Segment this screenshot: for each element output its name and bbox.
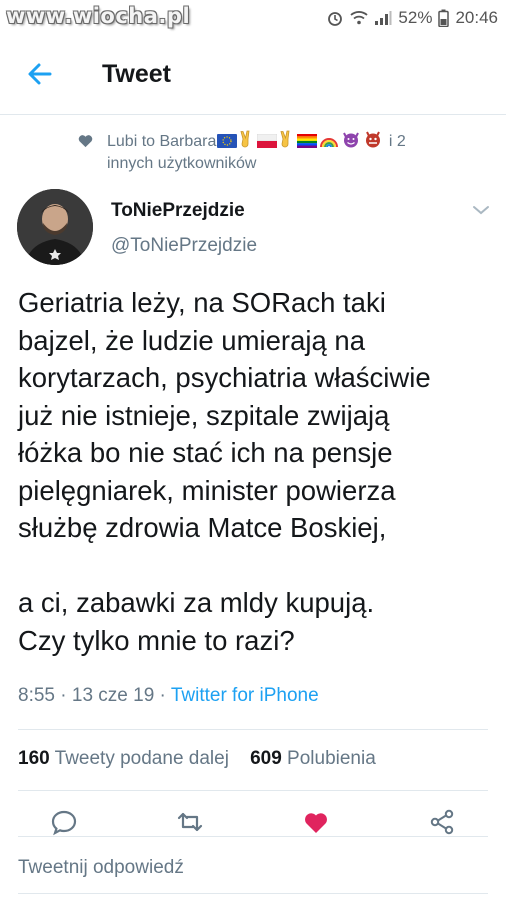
tweet-source-link[interactable]: Twitter for iPhone bbox=[171, 685, 319, 706]
battery-icon bbox=[438, 9, 450, 27]
tweet-stats: 160 Tweety podane dalej 609 Polubienia bbox=[18, 748, 376, 770]
watermark: www.wiocha.pl bbox=[6, 4, 191, 28]
back-arrow-icon[interactable] bbox=[22, 56, 58, 92]
alarm-icon bbox=[328, 12, 343, 26]
share-icon[interactable] bbox=[428, 808, 456, 836]
status-bar: www.wiocha.pl 52% 20:46 bbox=[0, 0, 506, 36]
status-icons: 52% 20:46 bbox=[326, 8, 498, 28]
likes-label[interactable]: Polubienia bbox=[287, 748, 376, 769]
retweets-count[interactable]: 160 bbox=[18, 748, 50, 769]
divider bbox=[18, 790, 488, 791]
wifi-icon bbox=[350, 11, 369, 25]
retweet-icon[interactable] bbox=[176, 808, 204, 836]
divider bbox=[18, 836, 488, 837]
social-context-suffix: i 2 bbox=[384, 133, 406, 150]
avatar[interactable] bbox=[17, 189, 93, 265]
tweet-actions bbox=[0, 808, 506, 836]
avatar-photo bbox=[17, 189, 93, 265]
author-handle[interactable]: @ToNiePrzejdzie bbox=[111, 235, 257, 257]
social-context-line2: innych użytkowników bbox=[107, 155, 257, 172]
signal-icon bbox=[375, 11, 392, 25]
meta-separator: · bbox=[54, 685, 72, 706]
app-bar: Tweet bbox=[0, 36, 506, 115]
divider bbox=[18, 729, 488, 730]
reply-input[interactable]: Tweetnij odpowiedź bbox=[18, 857, 184, 879]
tweet-date: 13 cze 19 bbox=[71, 685, 155, 706]
likes-count[interactable]: 609 bbox=[250, 748, 282, 769]
victory-hand-icon bbox=[240, 130, 250, 148]
rainbow-flag-icon bbox=[297, 134, 318, 148]
tweet-text: Geriatria leży, na SORach taki bajzel, ż… bbox=[18, 287, 431, 656]
victory-hand-icon bbox=[280, 130, 290, 148]
eu-flag-icon bbox=[217, 134, 238, 148]
smiling-devil-icon bbox=[343, 132, 360, 148]
retweets-label[interactable]: Tweety podane dalej bbox=[55, 748, 229, 769]
battery-level: 52% bbox=[398, 8, 433, 27]
divider bbox=[18, 893, 488, 894]
poland-flag-icon bbox=[257, 134, 278, 148]
social-context-prefix: Lubi to Barbara bbox=[107, 133, 217, 150]
like-icon[interactable] bbox=[302, 808, 330, 836]
heart-icon bbox=[78, 135, 93, 148]
ogre-icon bbox=[366, 131, 381, 148]
page-title: Tweet bbox=[102, 60, 171, 88]
clock: 20:46 bbox=[455, 8, 498, 27]
tweet-time: 8:55 bbox=[18, 685, 55, 706]
author-name[interactable]: ToNiePrzejdzie bbox=[111, 200, 245, 222]
meta-separator: · bbox=[154, 685, 171, 706]
chevron-down-icon[interactable] bbox=[471, 203, 491, 217]
rainbow-icon bbox=[320, 138, 339, 148]
reply-icon[interactable] bbox=[50, 808, 78, 836]
tweet-meta: 8:55 · 13 cze 19 · Twitter for iPhone bbox=[18, 685, 319, 707]
social-context[interactable]: Lubi to Barbara i 2 innych użytkowników bbox=[78, 130, 478, 175]
